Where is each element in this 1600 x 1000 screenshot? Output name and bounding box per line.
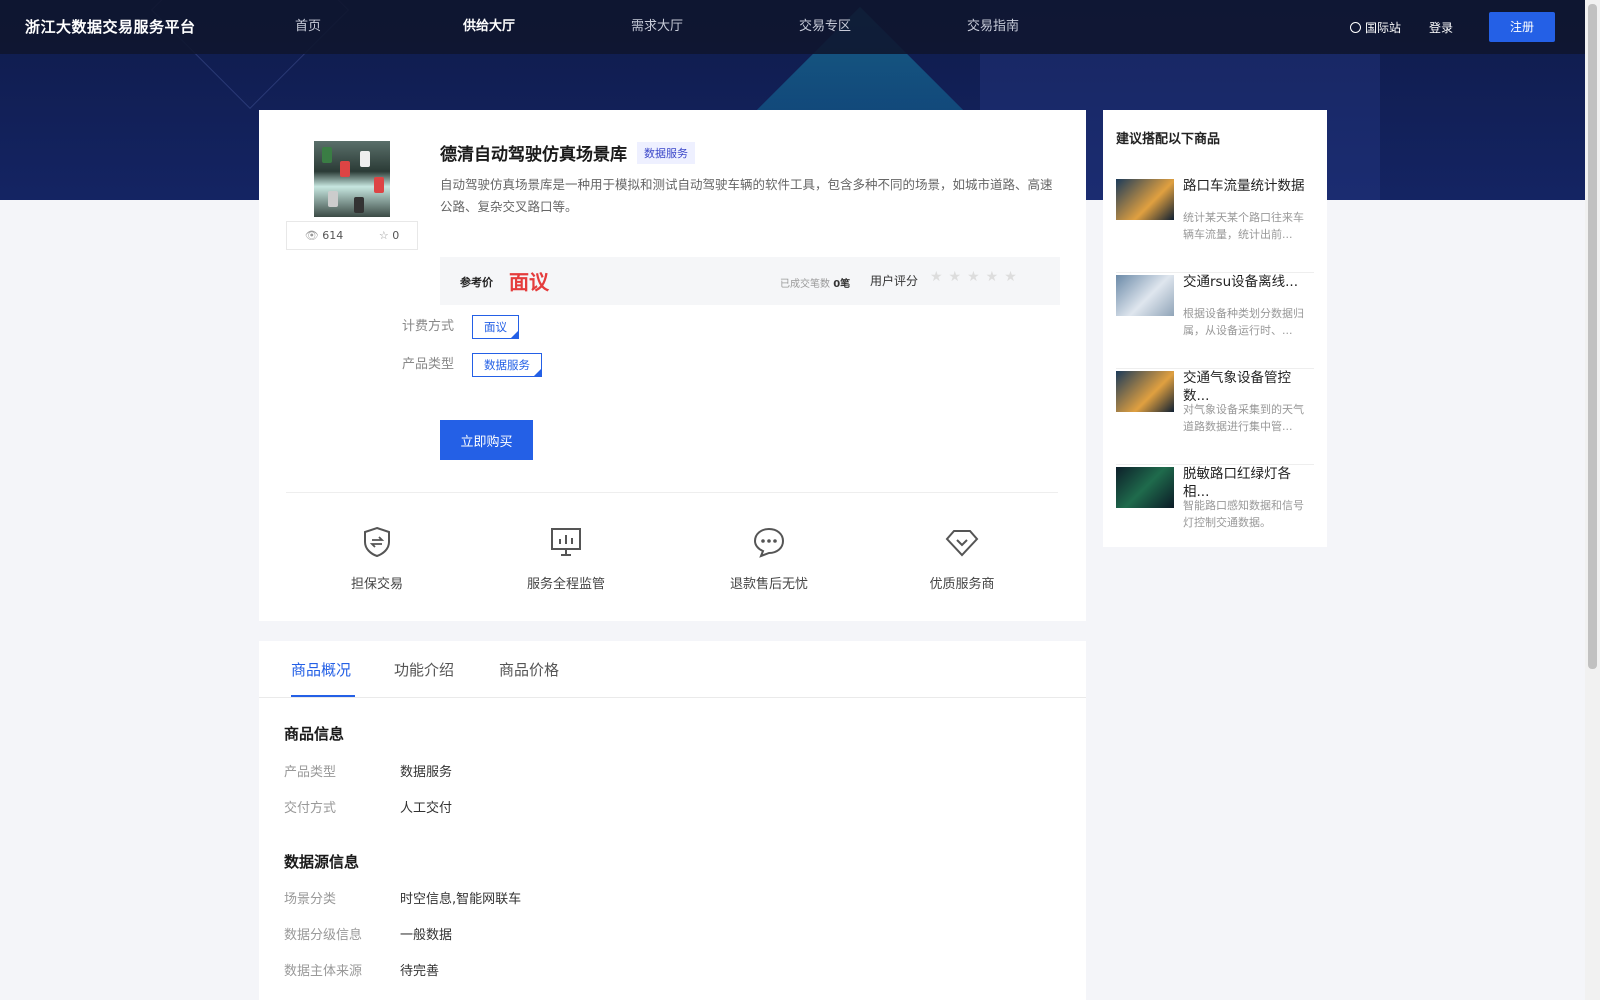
- divider: [286, 492, 1058, 493]
- globe-icon: [1349, 21, 1361, 33]
- detail-tabs: 商品概况 功能介绍 商品价格: [259, 641, 1086, 698]
- recommend-desc: 对气象设备采集到的天气道路数据进行集中管...: [1183, 403, 1304, 433]
- billing-option[interactable]: 面议: [472, 315, 519, 339]
- title-row: 德清自动驾驶仿真场景库 数据服务: [440, 140, 695, 165]
- nav-trade-zone[interactable]: 交易专区: [774, 0, 942, 54]
- nav-trade-guide[interactable]: 交易指南: [942, 0, 1110, 54]
- product-title: 德清自动驾驶仿真场景库: [440, 145, 627, 165]
- recommend-item[interactable]: 路口车流量统计数据 统计某天某个路口往来车辆车流量，统计出前...: [1116, 177, 1314, 273]
- feature-label: 担保交易: [350, 577, 403, 592]
- info-label: 数据分级信息: [284, 928, 363, 943]
- billing-label: 计费方式: [402, 319, 455, 334]
- top-navbar: 浙江大数据交易服务平台 首页 供给大厅 需求大厅 交易专区 交易指南 国际站 登…: [0, 0, 1585, 54]
- header-actions: 国际站 登录 注册: [1349, 0, 1555, 54]
- main-nav: 首页 供给大厅 需求大厅 交易专区 交易指南: [270, 0, 1110, 54]
- recommend-name: 交通rsu设备离线...: [1183, 274, 1299, 290]
- product-description: 自动驾驶仿真场景库是一种用于模拟和测试自动驾驶车辆的软件工具，包含多种不同的场景…: [440, 177, 1053, 214]
- feature-guarantee: 担保交易: [347, 525, 407, 592]
- page-scrollbar[interactable]: [1585, 0, 1600, 1000]
- recommend-desc: 根据设备种类划分数据归属，从设备运行时、...: [1183, 307, 1304, 337]
- eye-icon: 👁: [304, 229, 319, 242]
- recommend-name: 路口车流量统计数据: [1183, 178, 1305, 194]
- active-tab-underline: [291, 695, 355, 697]
- buy-now-button[interactable]: 立即购买: [440, 420, 533, 460]
- section-title: 商品信息: [284, 725, 345, 743]
- international-link[interactable]: 国际站: [1349, 19, 1401, 36]
- type-label: 产品类型: [402, 357, 455, 372]
- favorites-stat[interactable]: ☆ 0: [379, 229, 399, 242]
- nav-demand-hall[interactable]: 需求大厅: [606, 0, 774, 54]
- monitor-chart-icon: [551, 528, 581, 556]
- recommend-desc: 统计某天某个路口往来车辆车流量，统计出前...: [1183, 211, 1304, 241]
- feature-supervision: 服务全程监管: [521, 525, 611, 592]
- product-thumb-wrap: 👁 614 ☆ 0: [286, 141, 418, 250]
- shield-exchange-icon: [364, 526, 390, 558]
- recommend-item[interactable]: 交通气象设备管控数... 对气象设备采集到的天气道路数据进行集中管...: [1116, 369, 1314, 465]
- feature-refund: 退款售后无忧: [724, 525, 814, 592]
- type-option[interactable]: 数据服务: [472, 353, 542, 377]
- nav-home[interactable]: 首页: [270, 0, 438, 54]
- info-value: 数据服务: [400, 765, 453, 780]
- rating-stars[interactable]: ★★★★★: [930, 269, 1023, 285]
- info-value: 时空信息,智能网联车: [400, 892, 522, 907]
- recommend-desc: 智能路口感知数据和信号灯控制交通数据。: [1183, 499, 1304, 529]
- scrollbar-thumb[interactable]: [1588, 4, 1597, 669]
- register-button[interactable]: 注册: [1489, 12, 1555, 42]
- price-box: 参考价 面议 已成交笔数 0笔 用户评分 ★★★★★: [440, 257, 1060, 305]
- feature-label: 退款售后无忧: [729, 577, 808, 592]
- info-label: 场景分类: [284, 892, 337, 907]
- diamond-icon: [945, 530, 979, 557]
- nav-supply-hall[interactable]: 供给大厅: [438, 0, 606, 54]
- product-stats: 👁 614 ☆ 0: [286, 221, 418, 250]
- section-title: 数据源信息: [284, 853, 360, 871]
- intl-label: 国际站: [1364, 20, 1401, 35]
- info-label: 数据主体来源: [284, 964, 363, 979]
- product-card: 👁 614 ☆ 0 德清自动驾驶仿真场景库 数据服务 自动驾驶仿真场景库是一种用…: [259, 110, 1086, 621]
- recommend-name: 脱敏路口红绿灯各相...: [1183, 466, 1291, 500]
- info-value: 人工交付: [400, 801, 453, 816]
- price-label: 参考价: [460, 276, 493, 289]
- tab-price[interactable]: 商品价格: [499, 659, 559, 680]
- brand-logo[interactable]: 浙江大数据交易服务平台: [25, 16, 196, 37]
- feature-quality-provider: 优质服务商: [925, 525, 999, 592]
- deals-count: 已成交笔数 0笔: [780, 279, 851, 290]
- product-tag: 数据服务: [637, 141, 695, 164]
- tab-overview[interactable]: 商品概况: [291, 659, 351, 680]
- rating-label: 用户评分: [870, 274, 919, 288]
- feature-label: 优质服务商: [929, 577, 995, 592]
- info-value: 一般数据: [400, 928, 453, 943]
- recommend-thumb: [1116, 467, 1174, 508]
- price-value: 面议: [509, 270, 549, 294]
- recommend-item[interactable]: 脱敏路口红绿灯各相... 智能路口感知数据和信号灯控制交通数据。: [1116, 465, 1314, 561]
- info-label: 产品类型: [284, 765, 337, 780]
- sidebar-title: 建议搭配以下商品: [1116, 132, 1221, 147]
- info-value: 待完善: [400, 964, 440, 979]
- recommend-thumb: [1116, 275, 1174, 316]
- info-label: 交付方式: [284, 801, 337, 816]
- recommend-thumb: [1116, 371, 1174, 412]
- detail-panel: 商品概况 功能介绍 商品价格 商品信息 产品类型 数据服务 交付方式 人工交付 …: [259, 641, 1086, 1000]
- product-image: [314, 141, 390, 217]
- recommend-sidebar: 建议搭配以下商品 路口车流量统计数据 统计某天某个路口往来车辆车流量，统计出前.…: [1103, 110, 1327, 547]
- recommend-thumb: [1116, 179, 1174, 220]
- recommend-item[interactable]: 交通rsu设备离线... 根据设备种类划分数据归属，从设备运行时、...: [1116, 273, 1314, 369]
- login-link[interactable]: 登录: [1429, 19, 1453, 36]
- tab-features[interactable]: 功能介绍: [394, 659, 454, 680]
- feature-label: 服务全程监管: [526, 577, 605, 592]
- chat-bubble-icon: [753, 527, 785, 558]
- views-stat: 👁 614: [304, 229, 344, 242]
- recommend-name: 交通气象设备管控数...: [1183, 370, 1291, 404]
- star-outline-icon: ☆: [378, 229, 389, 242]
